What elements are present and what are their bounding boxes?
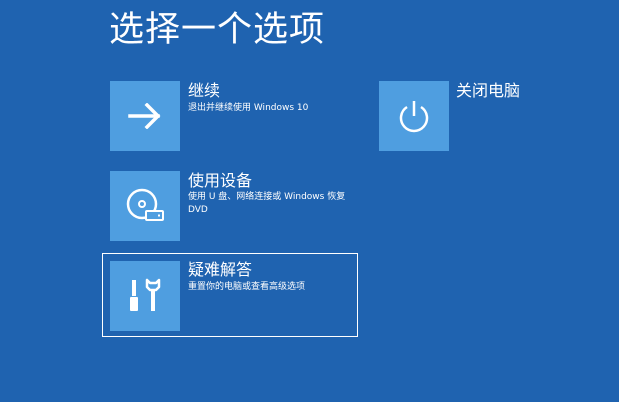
troubleshoot-icon-tile[interactable] [110,261,180,331]
power-off-option[interactable]: 关闭电脑 [379,81,539,153]
continue-icon-tile[interactable] [110,81,180,151]
use-device-description: 使用 U 盘、网络连接或 Windows 恢复 DVD [188,192,346,215]
power-off-title: 关闭电脑 [456,81,521,100]
tools-icon [125,276,165,316]
troubleshoot-description: 重置你的电脑或查看高级选项 [188,282,306,292]
continue-title: 继续 [188,81,221,100]
use-device-icon-tile[interactable] [110,171,180,241]
page-title: 选择一个选项 [109,10,326,50]
use-device-option[interactable]: 使用设备 使用 U 盘、网络连接或 Windows 恢复 DVD [110,171,350,243]
power-off-icon-tile[interactable] [379,81,449,151]
troubleshoot-option[interactable]: 疑难解答 重置你的电脑或查看高级选项 [102,253,358,337]
use-device-title: 使用设备 [188,171,253,190]
continue-description: 退出并继续使用 Windows 10 [188,103,309,113]
continue-option[interactable]: 继续 退出并继续使用 Windows 10 [110,81,350,153]
power-icon [396,98,432,134]
arrow-right-icon [128,103,162,129]
recovery-screen: 选择一个选项 继续 退出并继续使用 Windows 10 使用设备 使用 U 盘… [0,0,619,402]
disc-drive-icon [125,186,165,226]
troubleshoot-title: 疑难解答 [188,260,253,279]
